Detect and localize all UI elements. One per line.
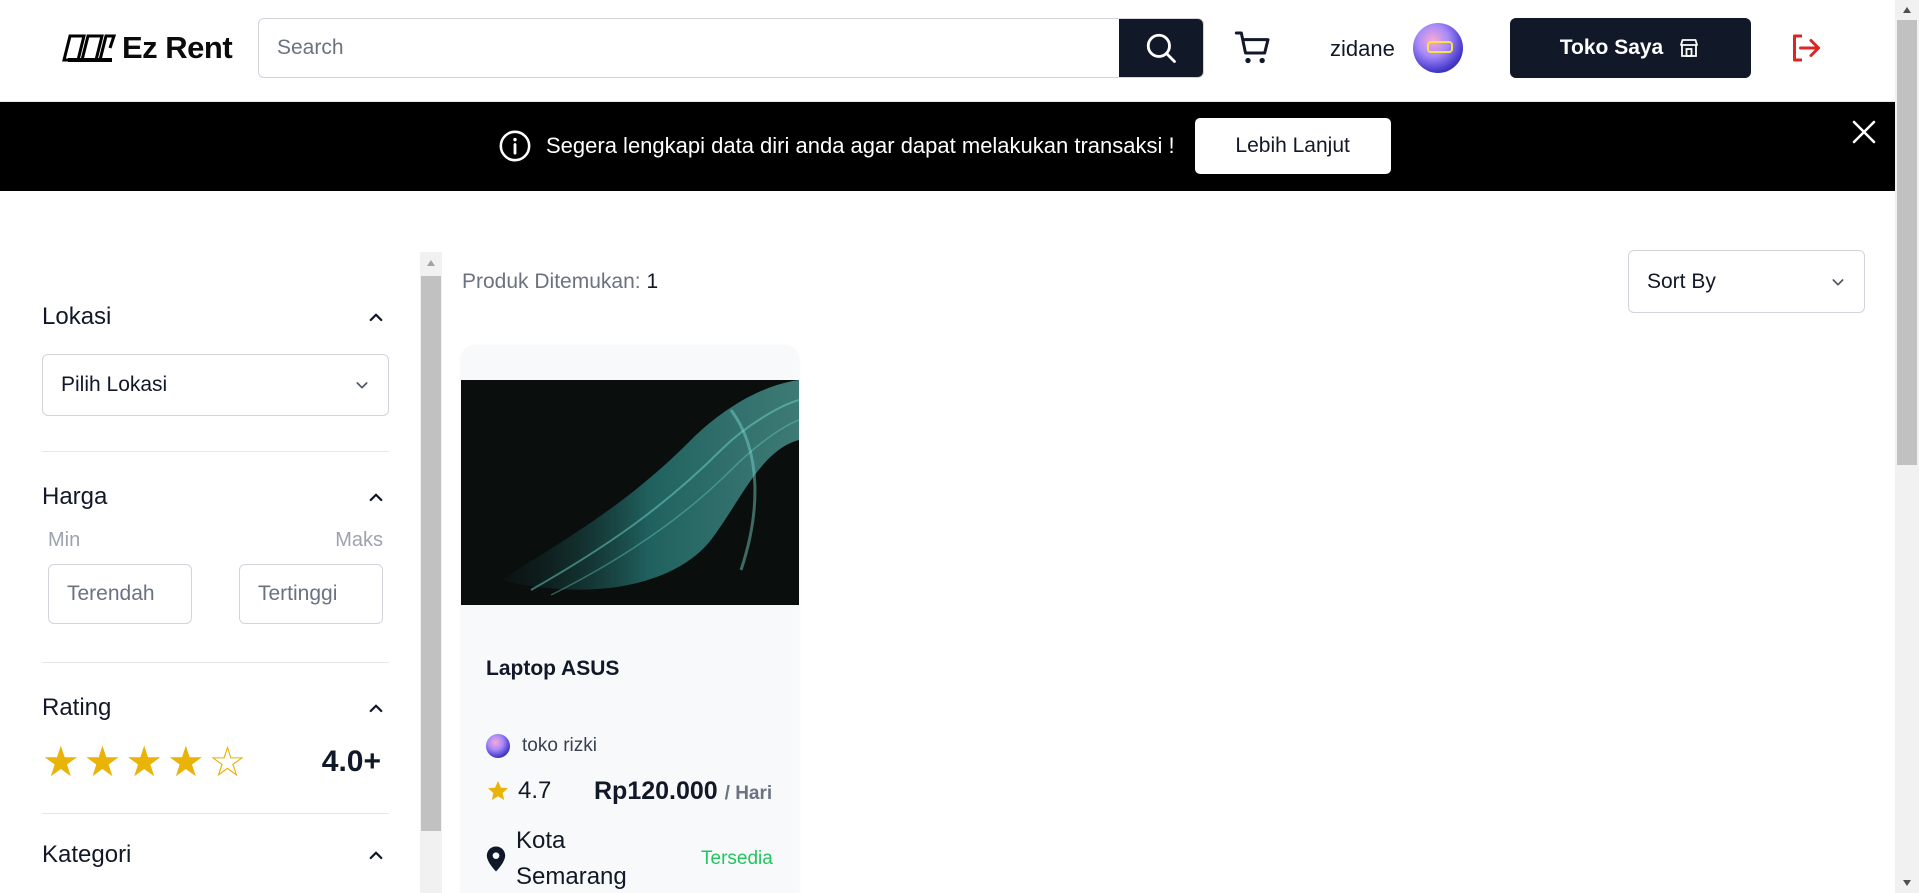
toko-saya-label: Toko Saya: [1559, 36, 1664, 59]
filter-rating-title: Rating: [42, 694, 112, 721]
shop-avatar: [486, 734, 510, 758]
product-image-graphic: [461, 380, 799, 605]
price-max-input[interactable]: [239, 564, 383, 624]
filter-price-title: Harga: [42, 483, 108, 510]
logo-text: Ez Rent: [122, 30, 233, 65]
price-min-input[interactable]: [48, 564, 192, 624]
star-icon[interactable]: ★: [125, 741, 163, 783]
product-price-unit: / Hari: [724, 783, 773, 804]
product-rating-value: 4.7: [518, 777, 552, 804]
product-name[interactable]: Laptop ASUS: [486, 657, 619, 681]
store-icon: [1680, 39, 1699, 57]
chevron-up-icon: [369, 313, 383, 322]
sort-select-value: Sort By: [1647, 269, 1716, 293]
price-min-label: Min: [48, 529, 81, 551]
rating-stars[interactable]: ★ ★ ★ ★ ☆: [42, 741, 246, 783]
availability-status: Tersedia: [701, 848, 773, 869]
page-scroll-down-arrow[interactable]: [1895, 873, 1919, 893]
filter-location: Lokasi Pilih Lokasi: [42, 300, 389, 452]
scrollbar-thumb[interactable]: [421, 276, 441, 831]
filter-sidebar: Lokasi Pilih Lokasi Harga Min Maks Ratin…: [42, 300, 389, 872]
results-count: 1: [646, 270, 659, 293]
logout-icon[interactable]: [1787, 30, 1823, 66]
filter-location-header[interactable]: Lokasi: [42, 300, 389, 334]
search-bar: [258, 18, 1204, 78]
location-select-value: Pilih Lokasi: [61, 373, 168, 396]
triangle-down-icon: [1903, 880, 1911, 886]
product-card[interactable]: Laptop ASUS toko rizki 4.7 Rp120.000 / H…: [461, 345, 799, 893]
logo[interactable]: Ez Rent: [60, 30, 233, 66]
username[interactable]: zidane: [1330, 36, 1395, 62]
results-label-text: Produk Ditemukan:: [462, 270, 641, 293]
chevron-down-icon: [356, 382, 368, 389]
location-select[interactable]: Pilih Lokasi: [42, 354, 389, 416]
filter-price: Harga Min Maks: [42, 452, 389, 663]
sort-select[interactable]: Sort By: [1628, 250, 1865, 313]
star-icon[interactable]: ★: [42, 741, 80, 783]
chevron-up-icon: [369, 851, 383, 860]
product-price: Rp120.000 / Hari: [594, 777, 772, 806]
product-image[interactable]: [461, 380, 799, 605]
star-icon: [488, 781, 508, 800]
star-icon[interactable]: ★: [167, 741, 205, 783]
toko-saya-button[interactable]: Toko Saya: [1510, 18, 1751, 78]
filter-location-title: Lokasi: [42, 303, 112, 330]
page-scrollbar[interactable]: [1895, 0, 1919, 893]
filter-rating-header[interactable]: Rating: [42, 691, 389, 725]
shop-info[interactable]: toko rizki: [486, 734, 597, 758]
star-outline-icon[interactable]: ☆: [209, 741, 247, 783]
product-location-text: Kota Semarang: [516, 827, 627, 890]
profile-warning-banner: Segera lengkapi data diri anda agar dapa…: [0, 102, 1895, 191]
logo-icon: [62, 34, 116, 62]
product-rating: 4.7: [486, 777, 551, 805]
filter-category: Kategori: [42, 814, 389, 872]
shop-name: toko rizki: [522, 735, 597, 756]
price-max-label: Maks: [335, 529, 383, 551]
cart-icon[interactable]: [1233, 28, 1273, 68]
page-scrollbar-thumb[interactable]: [1897, 20, 1917, 465]
chevron-up-icon: [369, 493, 383, 502]
filter-rating: Rating ★ ★ ★ ★ ☆ 4.0+: [42, 663, 389, 814]
search-input[interactable]: [259, 19, 1121, 77]
map-pin-icon: [486, 846, 506, 872]
banner-message: Segera lengkapi data diri anda agar dapa…: [546, 133, 1175, 158]
avatar[interactable]: [1413, 23, 1463, 73]
chevron-up-icon: [369, 704, 383, 713]
lebih-lanjut-button[interactable]: Lebih Lanjut: [1194, 118, 1391, 174]
product-location: Kota Semarang: [486, 823, 646, 893]
filter-price-header[interactable]: Harga: [42, 480, 389, 514]
page-scroll-up-arrow[interactable]: [1895, 0, 1919, 20]
close-icon[interactable]: [1852, 120, 1876, 144]
info-icon: [499, 130, 531, 162]
sidebar-scrollbar[interactable]: [420, 252, 442, 893]
results-count-label: Produk Ditemukan: 1: [462, 270, 658, 294]
triangle-up-icon: [1903, 7, 1911, 13]
filter-category-title: Kategori: [42, 841, 132, 868]
top-navbar: Ez Rent zidane Toko Saya: [0, 0, 1895, 102]
scroll-up-arrow[interactable]: [420, 252, 442, 274]
search-icon: [1146, 33, 1176, 63]
chevron-down-icon: [1832, 278, 1844, 285]
search-button[interactable]: [1119, 19, 1203, 77]
filter-category-header[interactable]: Kategori: [42, 838, 389, 872]
triangle-up-icon: [427, 260, 435, 266]
rating-filter-value: 4.0+: [321, 745, 381, 778]
star-icon[interactable]: ★: [84, 741, 122, 783]
product-price-value: Rp120.000: [594, 777, 718, 805]
